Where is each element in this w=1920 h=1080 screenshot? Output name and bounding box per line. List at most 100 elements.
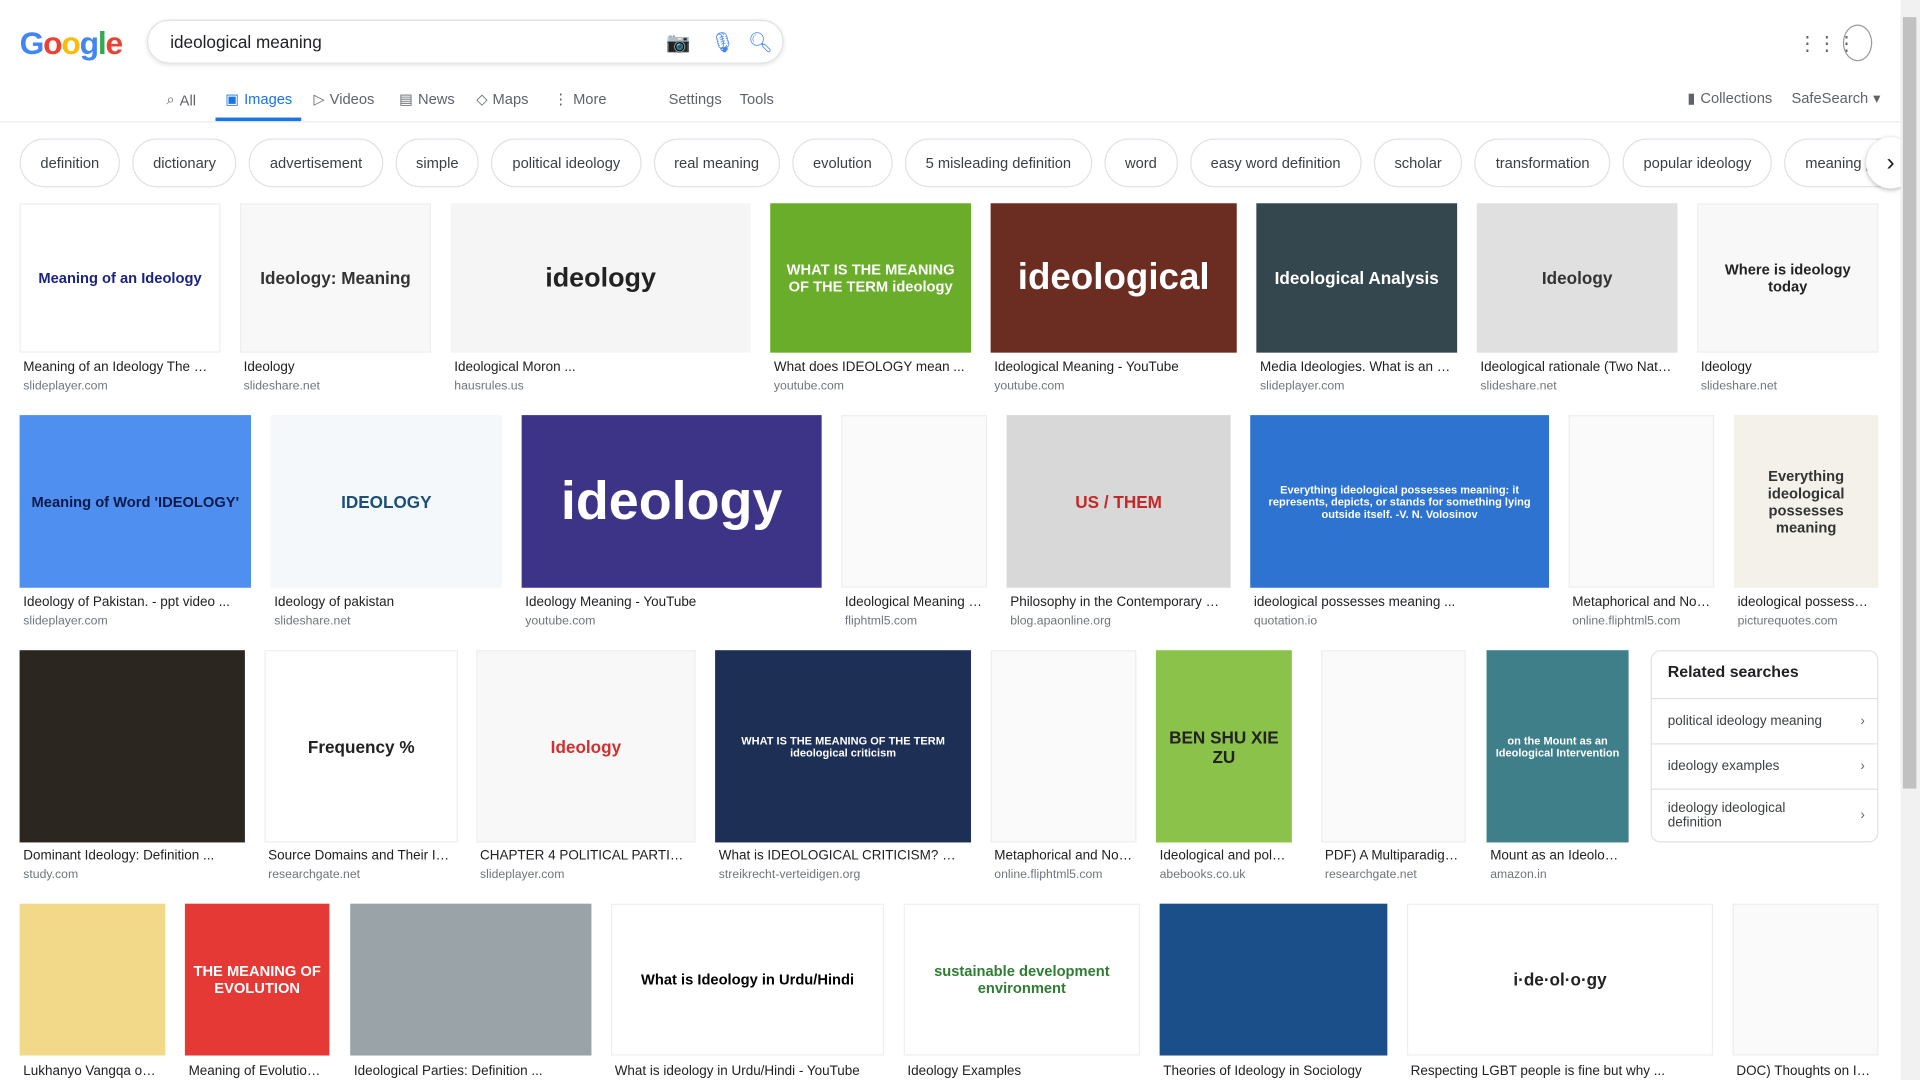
result-source[interactable]: slideplayer.com — [480, 868, 564, 881]
chip-simple[interactable]: simple — [395, 138, 480, 188]
result-source[interactable]: slideshare.net — [244, 380, 320, 393]
microphone-icon[interactable]: 🎙 — [710, 31, 735, 55]
camera-icon[interactable]: 📷 — [666, 31, 690, 55]
thumbnail-image[interactable]: sustainable development environment — [903, 903, 1141, 1056]
thumbnail-image[interactable]: on the Mount as an Ideological Intervent… — [1486, 650, 1629, 843]
thumbnail-image[interactable] — [19, 650, 245, 843]
thumbnail-image[interactable]: Ideology: Meaning — [240, 203, 432, 353]
result-source[interactable]: slideshare.net — [274, 615, 350, 628]
tab-more[interactable]: ⋮ More — [553, 91, 606, 108]
result-source[interactable]: streikrecht-verteidigen.org — [719, 868, 861, 881]
chip-political-ideology[interactable]: political ideology — [491, 138, 642, 188]
result-source[interactable]: amazon.in — [1490, 868, 1546, 881]
thumbnail-image[interactable] — [1568, 415, 1715, 588]
result-source[interactable]: slideplayer.com — [1260, 380, 1344, 393]
thumbnail-image[interactable]: Everything ideological possesses meaning… — [1250, 415, 1549, 588]
result-source[interactable]: hausrules.us — [454, 380, 523, 393]
chip-advertisement[interactable]: advertisement — [249, 138, 384, 188]
search-icon[interactable]: 🔍︎ — [748, 31, 773, 55]
thumbnail-image[interactable]: IDEOLOGY — [270, 415, 503, 588]
result-title[interactable]: ideological possesses meaning ... — [1254, 595, 1545, 610]
result-source[interactable]: blog.apaonline.org — [1010, 615, 1111, 628]
result-title[interactable]: Ideology of Pakistan. - ppt video ... — [23, 595, 247, 610]
result-title[interactable]: CHAPTER 4 POLITICAL PARTIES ... — [480, 849, 692, 864]
chip-scholar[interactable]: scholar — [1373, 138, 1463, 188]
tab-settings[interactable]: Settings — [669, 91, 722, 108]
thumbnail-image[interactable] — [1321, 650, 1466, 843]
result-source[interactable]: youtube.com — [994, 380, 1064, 393]
result-source[interactable]: slideshare.net — [1701, 380, 1777, 393]
thumbnail-image[interactable]: i·de·ol·o·gy — [1406, 903, 1714, 1056]
thumbnail-image[interactable] — [350, 903, 592, 1056]
result-source[interactable]: youtube.com — [525, 615, 595, 628]
thumbnail-image[interactable]: THE MEANING OF EVOLUTION — [184, 903, 330, 1056]
thumbnail-image[interactable]: Meaning of Word 'IDEOLOGY' — [19, 415, 252, 588]
result-source[interactable]: fliphtml5.com — [845, 615, 917, 628]
tab-news[interactable]: ▤ News — [399, 91, 455, 108]
related-search-item[interactable]: ideology ideological definition › — [1652, 790, 1877, 841]
result-title[interactable]: What is IDEOLOGICAL CRITICISM? What... — [719, 849, 968, 864]
thumbnail-image[interactable] — [1159, 903, 1388, 1056]
result-title[interactable]: Ideological and politic... — [1160, 849, 1289, 864]
thumbnail-image[interactable] — [841, 415, 987, 588]
thumbnail-image[interactable]: WHAT IS THE MEANING OF THE TERM ideologi… — [715, 650, 972, 843]
result-title[interactable]: PDF) A Multiparadigm ... — [1325, 849, 1462, 864]
chip-5-misleading-definition[interactable]: 5 misleading definition — [904, 138, 1092, 188]
scrollbar-thumb[interactable] — [1902, 17, 1917, 789]
collections-button[interactable]: ▮ Collections — [1687, 89, 1772, 106]
thumbnail-image[interactable]: US / THEM — [1006, 415, 1231, 588]
thumbnail-image[interactable]: ideological — [990, 203, 1237, 353]
avatar[interactable] — [1842, 24, 1873, 62]
result-source[interactable]: slideplayer.com — [23, 615, 107, 628]
result-title[interactable]: Respecting LGBT people is fine but why .… — [1411, 1064, 1710, 1079]
result-title[interactable]: Ideological Meaning C... — [845, 595, 983, 610]
thumbnail-image[interactable]: ideology — [450, 203, 751, 353]
thumbnail-image[interactable]: ideology — [521, 415, 822, 588]
thumbnail-image[interactable]: Where is ideology today — [1697, 203, 1879, 353]
tab-videos[interactable]: ▷ Videos — [313, 91, 374, 108]
result-title[interactable]: Ideology — [1701, 360, 1875, 375]
result-title[interactable]: Mount as an Ideologic... — [1490, 849, 1625, 864]
result-title[interactable]: Ideological Moron ... — [454, 360, 747, 375]
result-title[interactable]: Ideological Parties: Definition ... — [354, 1064, 588, 1079]
result-source[interactable]: abebooks.co.uk — [1160, 868, 1246, 881]
thumbnail-image[interactable]: Ideology — [1476, 203, 1678, 353]
related-search-item[interactable]: ideology examples › — [1651, 744, 1878, 790]
chip-easy-word-definition[interactable]: easy word definition — [1189, 138, 1362, 188]
tab-maps[interactable]: ◇ Maps — [476, 91, 528, 108]
result-title[interactable]: Ideology Examples — [907, 1064, 1136, 1079]
result-title[interactable]: Meaning of an Ideology The wor ... — [23, 360, 216, 375]
result-title[interactable]: Source Domains and Their Ide... — [268, 849, 454, 864]
thumbnail-image[interactable]: WHAT IS THE MEANING OF THE TERM ideology — [770, 203, 972, 353]
result-source[interactable]: online.fliphtml5.com — [1572, 615, 1680, 628]
result-source[interactable]: quotation.io — [1254, 615, 1317, 628]
chip-evolution[interactable]: evolution — [792, 138, 893, 188]
thumbnail-image[interactable]: Meaning of an Ideology — [19, 203, 221, 353]
result-title[interactable]: Ideological rationale (Two Natio... — [1480, 360, 1673, 375]
result-title[interactable]: Ideology of pakistan — [274, 595, 498, 610]
result-title[interactable]: Theories of Ideology in Sociology — [1163, 1064, 1383, 1079]
result-source[interactable]: study.com — [23, 868, 78, 881]
chip-definition[interactable]: definition — [19, 138, 121, 188]
thumbnail-image[interactable] — [19, 903, 166, 1056]
result-title[interactable]: Ideological Meaning - YouTube — [994, 360, 1233, 375]
result-title[interactable]: Metaphorical and Non... — [1572, 595, 1710, 610]
result-title[interactable]: What is ideology in Urdu/Hindi - YouTube — [615, 1064, 881, 1079]
result-title[interactable]: Dominant Ideology: Definition ... — [23, 849, 241, 864]
search-input[interactable] — [167, 30, 638, 53]
chip-real-meaning[interactable]: real meaning — [653, 138, 780, 188]
tab-images[interactable]: ▣ Images — [225, 91, 292, 108]
google-logo[interactable]: Google — [20, 24, 124, 62]
result-title[interactable]: Philosophy in the Contemporary Wor... — [1010, 595, 1227, 610]
chip-transformation[interactable]: transformation — [1474, 138, 1611, 188]
result-title[interactable]: ideological possesses ... — [1738, 595, 1875, 610]
result-source[interactable]: researchgate.net — [268, 868, 360, 881]
result-source[interactable]: picturequotes.com — [1738, 615, 1838, 628]
result-title[interactable]: Metaphorical and Non... — [994, 849, 1132, 864]
thumbnail-image[interactable] — [990, 650, 1137, 843]
thumbnail-image[interactable]: Frequency % — [264, 650, 458, 843]
result-title[interactable]: DOC) Thoughts on Ide... — [1736, 1064, 1874, 1079]
tab-tools[interactable]: Tools — [740, 91, 774, 108]
result-title[interactable]: Ideology Meaning - YouTube — [525, 595, 818, 610]
thumbnail-image[interactable]: Ideology — [476, 650, 696, 843]
